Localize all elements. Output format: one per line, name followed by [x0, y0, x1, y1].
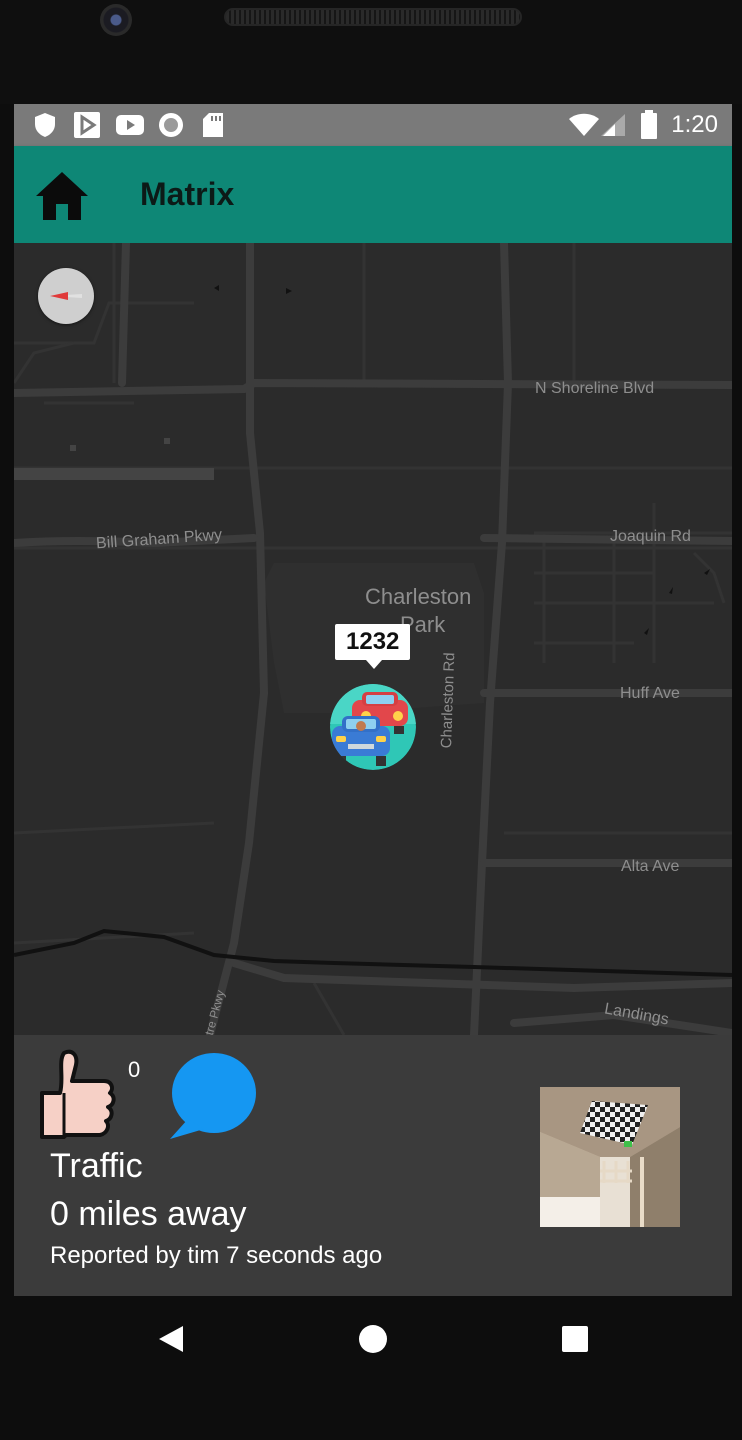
report-attribution: Reported by tim 7 seconds ago [50, 1242, 383, 1269]
phone-screen: 1:20 Matrix N Shoreline Blvd Bill Graham… [14, 104, 732, 1296]
map-label-alta: Alta Ave [621, 858, 680, 875]
battery-icon [641, 110, 657, 139]
marker-label[interactable]: 1232 [335, 624, 411, 669]
map-label-charleston-rd: Charleston Rd [438, 652, 459, 749]
front-camera [100, 4, 132, 36]
play-store-icon [74, 112, 100, 138]
earpiece-speaker [224, 8, 522, 26]
traffic-cars-icon[interactable] [330, 684, 416, 770]
wifi-icon [569, 113, 599, 136]
compass-icon[interactable] [38, 268, 94, 324]
report-distance: 0 miles away [50, 1195, 247, 1233]
clock: 1:20 [671, 111, 718, 138]
report-panel: 0 Traffic 0 miles away Reported by tim 7… [14, 1035, 732, 1296]
app-title: Matrix [140, 176, 235, 212]
report-type: Traffic [50, 1147, 143, 1185]
device-bezel [0, 0, 742, 104]
back-icon[interactable] [156, 1324, 186, 1354]
like-count: 0 [128, 1057, 141, 1082]
map-view[interactable]: N Shoreline Blvd Bill Graham Pkwy Joaqui… [14, 243, 732, 1035]
map-label-joaquin: Joaquin Rd [610, 528, 691, 545]
app-bar: Matrix [14, 146, 732, 243]
home-icon[interactable] [34, 168, 90, 222]
signal-icon [601, 114, 625, 136]
home-circle-icon[interactable] [358, 1324, 388, 1354]
recents-icon[interactable] [561, 1325, 589, 1353]
map-label-charleston-park: Charleston [365, 584, 472, 609]
status-bar: 1:20 [14, 104, 732, 146]
thumbs-up-icon[interactable] [34, 1049, 116, 1143]
report-photo[interactable] [540, 1087, 680, 1227]
system-nav-bar [0, 1296, 742, 1440]
shield-icon [35, 113, 55, 137]
youtube-icon [116, 115, 144, 135]
sd-card-icon [203, 113, 223, 137]
record-icon [159, 113, 183, 137]
comment-bubble-icon[interactable] [164, 1049, 258, 1143]
map-label-huff: Huff Ave [620, 685, 680, 702]
map-label-n-shoreline: N Shoreline Blvd [535, 380, 655, 397]
